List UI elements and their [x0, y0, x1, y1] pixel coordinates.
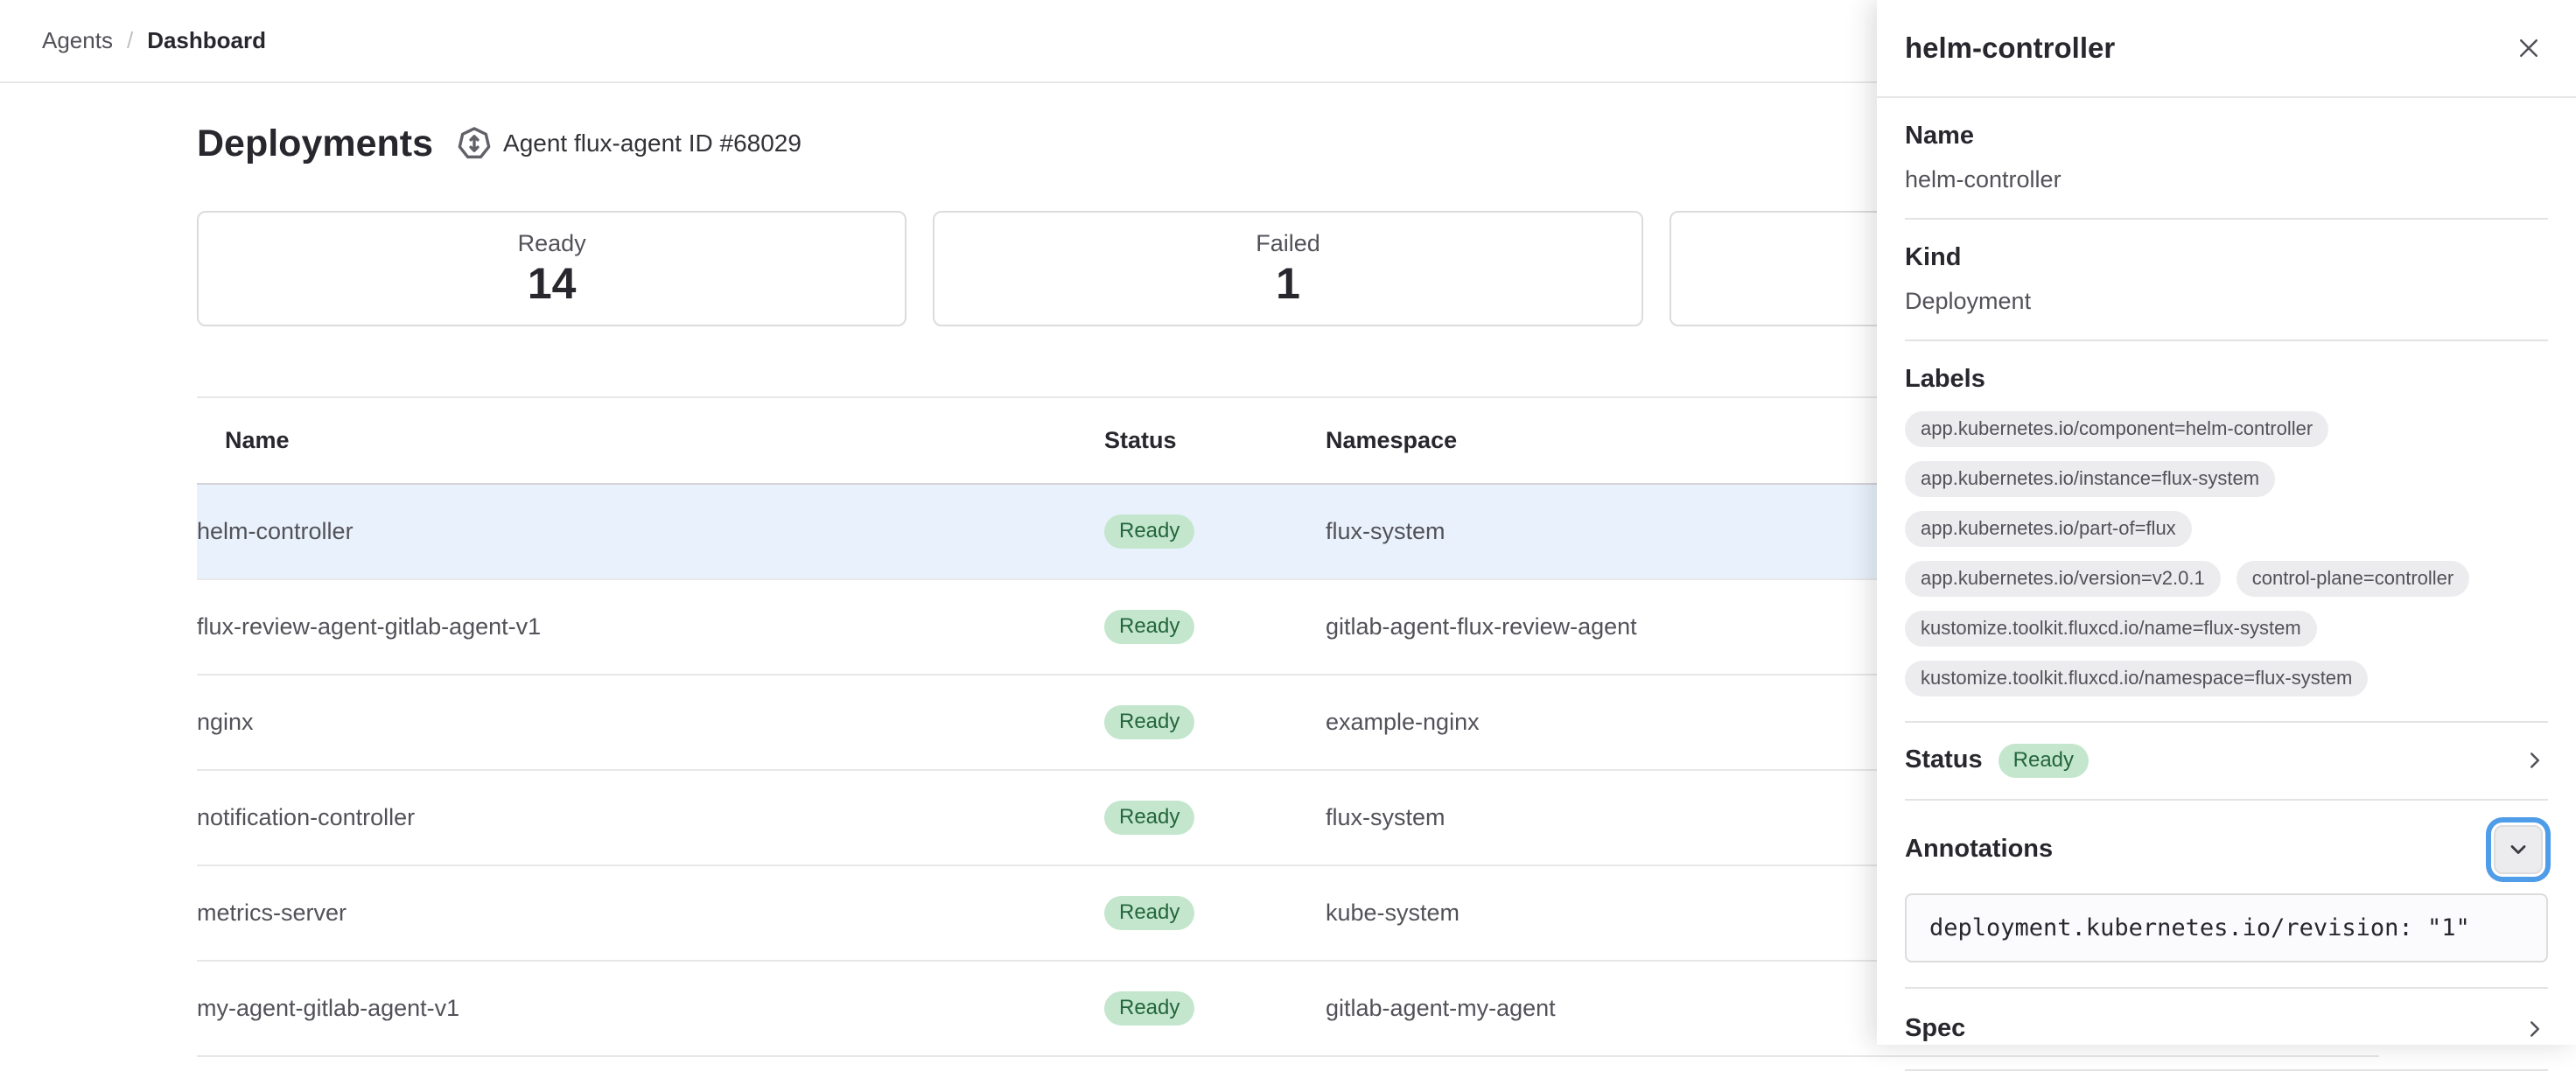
stat-card-value: 1	[1276, 261, 1300, 307]
kubernetes-agent-icon	[456, 125, 493, 162]
cell-status: Ready	[1104, 485, 1326, 578]
chevron-right-icon	[2522, 747, 2548, 774]
breadcrumb-agents-link[interactable]: Agents	[42, 27, 113, 54]
section-kind-label: Kind	[1905, 244, 2548, 272]
section-labels: Labels app.kubernetes.io/component=helm-…	[1905, 341, 2548, 723]
section-status[interactable]: Status Ready	[1905, 723, 2548, 801]
label-chip: app.kubernetes.io/component=helm-control…	[1905, 411, 2328, 447]
status-badge: Ready	[1104, 610, 1194, 644]
stat-card-label: Failed	[1256, 230, 1320, 257]
cell-status: Ready	[1104, 580, 1326, 674]
agent-info: Agent flux-agent ID #68029	[456, 125, 802, 162]
label-chip: control-plane=controller	[2236, 561, 2470, 597]
label-chip: app.kubernetes.io/instance=flux-system	[1905, 461, 2275, 497]
status-badge: Ready	[1104, 991, 1194, 1026]
section-name-label: Name	[1905, 122, 2548, 150]
annotations-collapse-button[interactable]	[2494, 825, 2543, 874]
section-name: Name helm-controller	[1905, 98, 2548, 220]
cell-status: Ready	[1104, 676, 1326, 769]
section-spec[interactable]: Spec	[1905, 989, 2548, 1071]
drawer-body: Name helm-controller Kind Deployment Lab…	[1877, 98, 2576, 1071]
stat-card-label: Ready	[518, 230, 586, 257]
cell-status: Ready	[1104, 771, 1326, 864]
drawer-header: helm-controller	[1877, 0, 2576, 98]
drawer-title: helm-controller	[1905, 32, 2115, 65]
status-expand-control[interactable]	[2522, 747, 2548, 774]
label-chip: kustomize.toolkit.fluxcd.io/name=flux-sy…	[1905, 611, 2317, 647]
breadcrumb-dashboard: Dashboard	[147, 27, 266, 54]
cell-status: Ready	[1104, 962, 1326, 1055]
section-status-label: Status	[1905, 746, 1983, 774]
section-annotations-label: Annotations	[1905, 836, 2053, 864]
status-badge: Ready	[1104, 896, 1194, 930]
chevron-down-icon	[2506, 837, 2530, 862]
breadcrumb-separator: /	[127, 27, 133, 54]
details-drawer: helm-controller Name helm-controller Kin…	[1877, 0, 2576, 1045]
section-annotations: Annotations deployment.kubernetes.io/rev…	[1905, 801, 2548, 989]
cell-status: Ready	[1104, 866, 1326, 960]
stat-card: Ready 14	[197, 211, 906, 326]
section-kind: Kind Deployment	[1905, 220, 2548, 341]
label-chips: app.kubernetes.io/component=helm-control…	[1905, 411, 2482, 696]
cell-name: notification-controller	[197, 774, 1104, 861]
section-spec-label: Spec	[1905, 1015, 1965, 1043]
status-badge: Ready	[1104, 801, 1194, 835]
column-header-name: Name	[197, 398, 1104, 483]
label-chip: app.kubernetes.io/part-of=flux	[1905, 511, 2192, 547]
cell-name: my-agent-gitlab-agent-v1	[197, 965, 1104, 1052]
label-chip: app.kubernetes.io/version=v2.0.1	[1905, 561, 2221, 597]
stat-card-value: 14	[528, 261, 577, 307]
cell-name: metrics-server	[197, 870, 1104, 956]
spec-expand-control[interactable]	[2522, 1016, 2548, 1042]
label-chip: kustomize.toolkit.fluxcd.io/namespace=fl…	[1905, 661, 2368, 696]
stat-card: Failed 1	[933, 211, 1642, 326]
cell-name: helm-controller	[197, 488, 1104, 575]
page-title: Deployments	[197, 122, 433, 165]
column-header-status: Status	[1104, 398, 1326, 483]
section-name-value: helm-controller	[1905, 166, 2548, 193]
section-kind-value: Deployment	[1905, 288, 2548, 315]
close-icon	[2516, 35, 2542, 61]
status-badge: Ready	[1104, 705, 1194, 739]
annotations-code-block: deployment.kubernetes.io/revision: "1"	[1905, 893, 2548, 962]
status-badge: Ready	[1104, 514, 1194, 549]
drawer-status-badge: Ready	[1998, 744, 2089, 778]
section-labels-label: Labels	[1905, 366, 2548, 394]
drawer-close-button[interactable]	[2506, 25, 2552, 71]
agent-id-label: Agent flux-agent ID #68029	[503, 130, 802, 158]
cell-name: flux-review-agent-gitlab-agent-v1	[197, 584, 1104, 670]
chevron-right-icon	[2522, 1016, 2548, 1042]
cell-name: nginx	[197, 679, 1104, 766]
